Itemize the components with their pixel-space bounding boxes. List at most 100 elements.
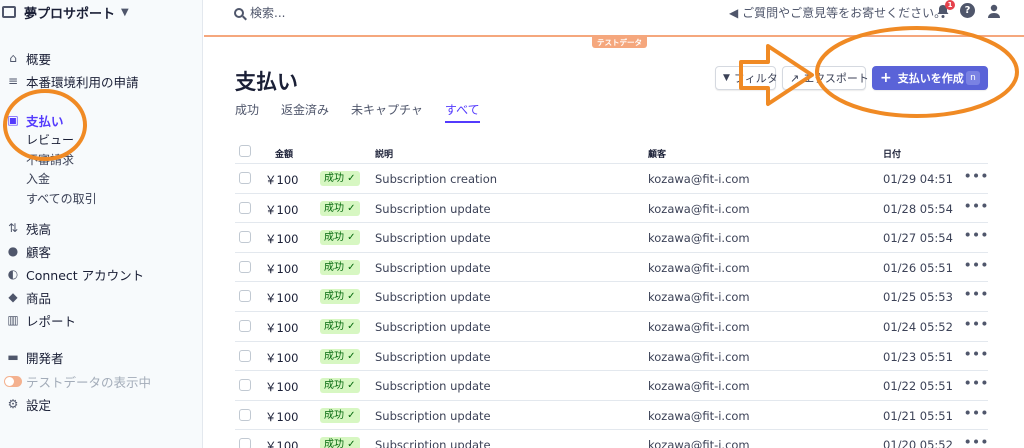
- megaphone-icon: ◀: [729, 6, 739, 20]
- home-icon: ⌂: [9, 51, 17, 65]
- table-row[interactable]: ￥100 成功 ✓ Subscription update kozawa@fit-i.…: [235, 312, 988, 342]
- product-icon: ◆: [8, 290, 18, 304]
- tab-all[interactable]: すべて: [444, 101, 480, 123]
- account-icon: [2, 6, 16, 18]
- more-actions-button[interactable]: •••: [964, 347, 989, 361]
- tab-uncaptured[interactable]: 未キャプチャ: [351, 101, 423, 123]
- date-cell: 01/25 05:53: [883, 290, 953, 305]
- status-tabs: 成功 返金済み 未キャプチャ すべて: [235, 101, 502, 123]
- table-row[interactable]: ￥100 成功 ✓ Subscription update kozawa@fit-i.…: [235, 282, 988, 312]
- tab-refunded[interactable]: 返金済み: [281, 101, 329, 123]
- more-actions-button[interactable]: •••: [964, 317, 989, 331]
- date-cell: 01/21 05:51: [883, 408, 953, 423]
- row-checkbox[interactable]: [239, 438, 251, 448]
- help-icon[interactable]: ?: [960, 3, 975, 18]
- sidebar-item-reports[interactable]: ▥ レポート: [0, 310, 76, 330]
- tab-succeeded[interactable]: 成功: [235, 101, 259, 123]
- more-actions-button[interactable]: •••: [964, 258, 989, 272]
- sidebar-item-activation[interactable]: ≡ 本番環境利用の申請: [0, 71, 139, 91]
- more-actions-button[interactable]: •••: [964, 287, 989, 301]
- sidebar-item-developers[interactable]: ▬ 開発者: [0, 347, 64, 367]
- row-checkbox[interactable]: [239, 231, 251, 244]
- sidebar: 夢プロサポート ▼ ⌂ 概要 ≡ 本番環境利用の申請 ▣ 支払い レビュー 不審…: [0, 0, 203, 448]
- description-cell: Subscription update: [375, 438, 491, 448]
- export-label: エクスポート: [803, 72, 869, 85]
- table-row[interactable]: ￥100 成功 ✓ Subscription update kozawa@fit-i.…: [235, 223, 988, 253]
- date-cell: 01/27 05:54: [883, 231, 953, 246]
- account-switcher[interactable]: 夢プロサポート ▼: [0, 0, 129, 24]
- payments-table: 金額 説明 顧客 日付 ￥100 成功 ✓ Subscription creatio…: [235, 140, 988, 448]
- description-cell: Subscription update: [375, 201, 491, 216]
- more-actions-button[interactable]: •••: [964, 169, 989, 183]
- amount-cell: ￥100: [265, 261, 299, 276]
- user-icon[interactable]: [986, 3, 1002, 19]
- sidebar-item-label: 商品: [26, 290, 52, 306]
- sidebar-item-label: 開発者: [26, 350, 64, 366]
- balance-icon: ⇅: [7, 221, 19, 235]
- sidebar-item-products[interactable]: ◆ 商品: [0, 287, 51, 307]
- description-cell: Subscription creation: [375, 172, 498, 186]
- more-actions-button[interactable]: •••: [964, 228, 989, 242]
- row-checkbox[interactable]: [239, 349, 251, 362]
- create-payment-label: 支払いを作成: [897, 72, 964, 85]
- sidebar-item-settings[interactable]: ⚙ 設定: [0, 394, 51, 414]
- customer-cell: kozawa@fit-i.com: [648, 260, 750, 275]
- test-data-tag: テストデータ: [592, 37, 647, 48]
- customer-cell: kozawa@fit-i.com: [648, 349, 750, 364]
- sidebar-item-connect[interactable]: ◐ Connect アカウント: [0, 264, 144, 284]
- description-cell: Subscription update: [375, 408, 491, 423]
- more-actions-button[interactable]: •••: [964, 376, 989, 390]
- column-header-customer: 顧客: [648, 150, 667, 160]
- row-checkbox[interactable]: [239, 319, 251, 332]
- status-badge: 成功 ✓: [320, 289, 360, 305]
- table-row[interactable]: ￥100 成功 ✓ Subscription update kozawa@fit-i.…: [235, 253, 988, 283]
- row-checkbox[interactable]: [239, 172, 251, 184]
- sidebar-item-label: 顧客: [26, 244, 52, 260]
- search-input[interactable]: 検索...: [234, 4, 285, 21]
- column-header-description: 説明: [375, 150, 394, 160]
- table-row[interactable]: ￥100 成功 ✓ Subscription creation kozawa@fit-…: [235, 164, 988, 194]
- more-actions-button[interactable]: •••: [964, 199, 989, 213]
- table-row[interactable]: ￥100 成功 ✓ Subscription update kozawa@fit-i.…: [235, 430, 988, 448]
- topbar: 検索... ◀ ご質問やご意見等をお寄せください。 1 ?: [204, 0, 1024, 24]
- feedback-link[interactable]: ◀ ご質問やご意見等をお寄せください。: [729, 4, 946, 21]
- notification-badge: 1: [945, 0, 955, 10]
- row-checkbox[interactable]: [239, 290, 251, 303]
- more-actions-button[interactable]: •••: [964, 435, 989, 448]
- description-cell: Subscription update: [375, 260, 491, 275]
- row-checkbox[interactable]: [239, 201, 251, 214]
- account-name: 夢プロサポート: [24, 6, 116, 22]
- filter-button[interactable]: ▼ フィルタ: [715, 66, 778, 90]
- sidebar-item-overview[interactable]: ⌂ 概要: [0, 48, 51, 68]
- more-actions-button[interactable]: •••: [964, 406, 989, 420]
- test-data-toggle[interactable]: テストデータの表示中: [0, 371, 151, 391]
- export-button[interactable]: ↗ エクスポート: [782, 66, 869, 90]
- row-checkbox[interactable]: [239, 408, 251, 421]
- status-badge: 成功 ✓: [320, 348, 360, 364]
- table-row[interactable]: ￥100 成功 ✓ Subscription update kozawa@fit-i.…: [235, 342, 988, 372]
- sidebar-item-payments[interactable]: ▣ 支払い: [0, 110, 64, 130]
- row-checkbox[interactable]: [239, 379, 251, 392]
- select-all-checkbox[interactable]: [239, 145, 251, 157]
- filter-label: フィルタ: [733, 72, 778, 85]
- customer-cell: kozawa@fit-i.com: [648, 290, 750, 305]
- feedback-text: ご質問やご意見等をお寄せください。: [742, 6, 947, 20]
- date-cell: 01/22 05:51: [883, 379, 953, 394]
- amount-cell: ￥100: [265, 350, 299, 365]
- sidebar-subitem-disputes[interactable]: 不審請求: [26, 151, 74, 169]
- sidebar-item-customers[interactable]: ● 顧客: [0, 241, 51, 261]
- toggle-icon[interactable]: [4, 375, 22, 387]
- table-row[interactable]: ￥100 成功 ✓ Subscription update kozawa@fit-i.…: [235, 194, 988, 224]
- row-checkbox[interactable]: [239, 260, 251, 273]
- sidebar-subitem-transactions[interactable]: すべての取引: [26, 190, 97, 208]
- sidebar-item-label: 支払い: [26, 113, 64, 129]
- sidebar-subitem-payouts[interactable]: 入金: [26, 170, 50, 188]
- terminal-icon: ▬: [7, 350, 19, 364]
- table-row[interactable]: ￥100 成功 ✓ Subscription update kozawa@fit-i.…: [235, 401, 988, 431]
- date-cell: 01/24 05:52: [883, 319, 953, 334]
- table-row[interactable]: ￥100 成功 ✓ Subscription update kozawa@fit-i.…: [235, 371, 988, 401]
- create-payment-button[interactable]: + 支払いを作成 n: [872, 66, 988, 90]
- sidebar-subitem-review[interactable]: レビュー: [26, 131, 74, 149]
- sidebar-item-balances[interactable]: ⇅ 残高: [0, 218, 51, 238]
- filter-icon: ▼: [723, 73, 730, 83]
